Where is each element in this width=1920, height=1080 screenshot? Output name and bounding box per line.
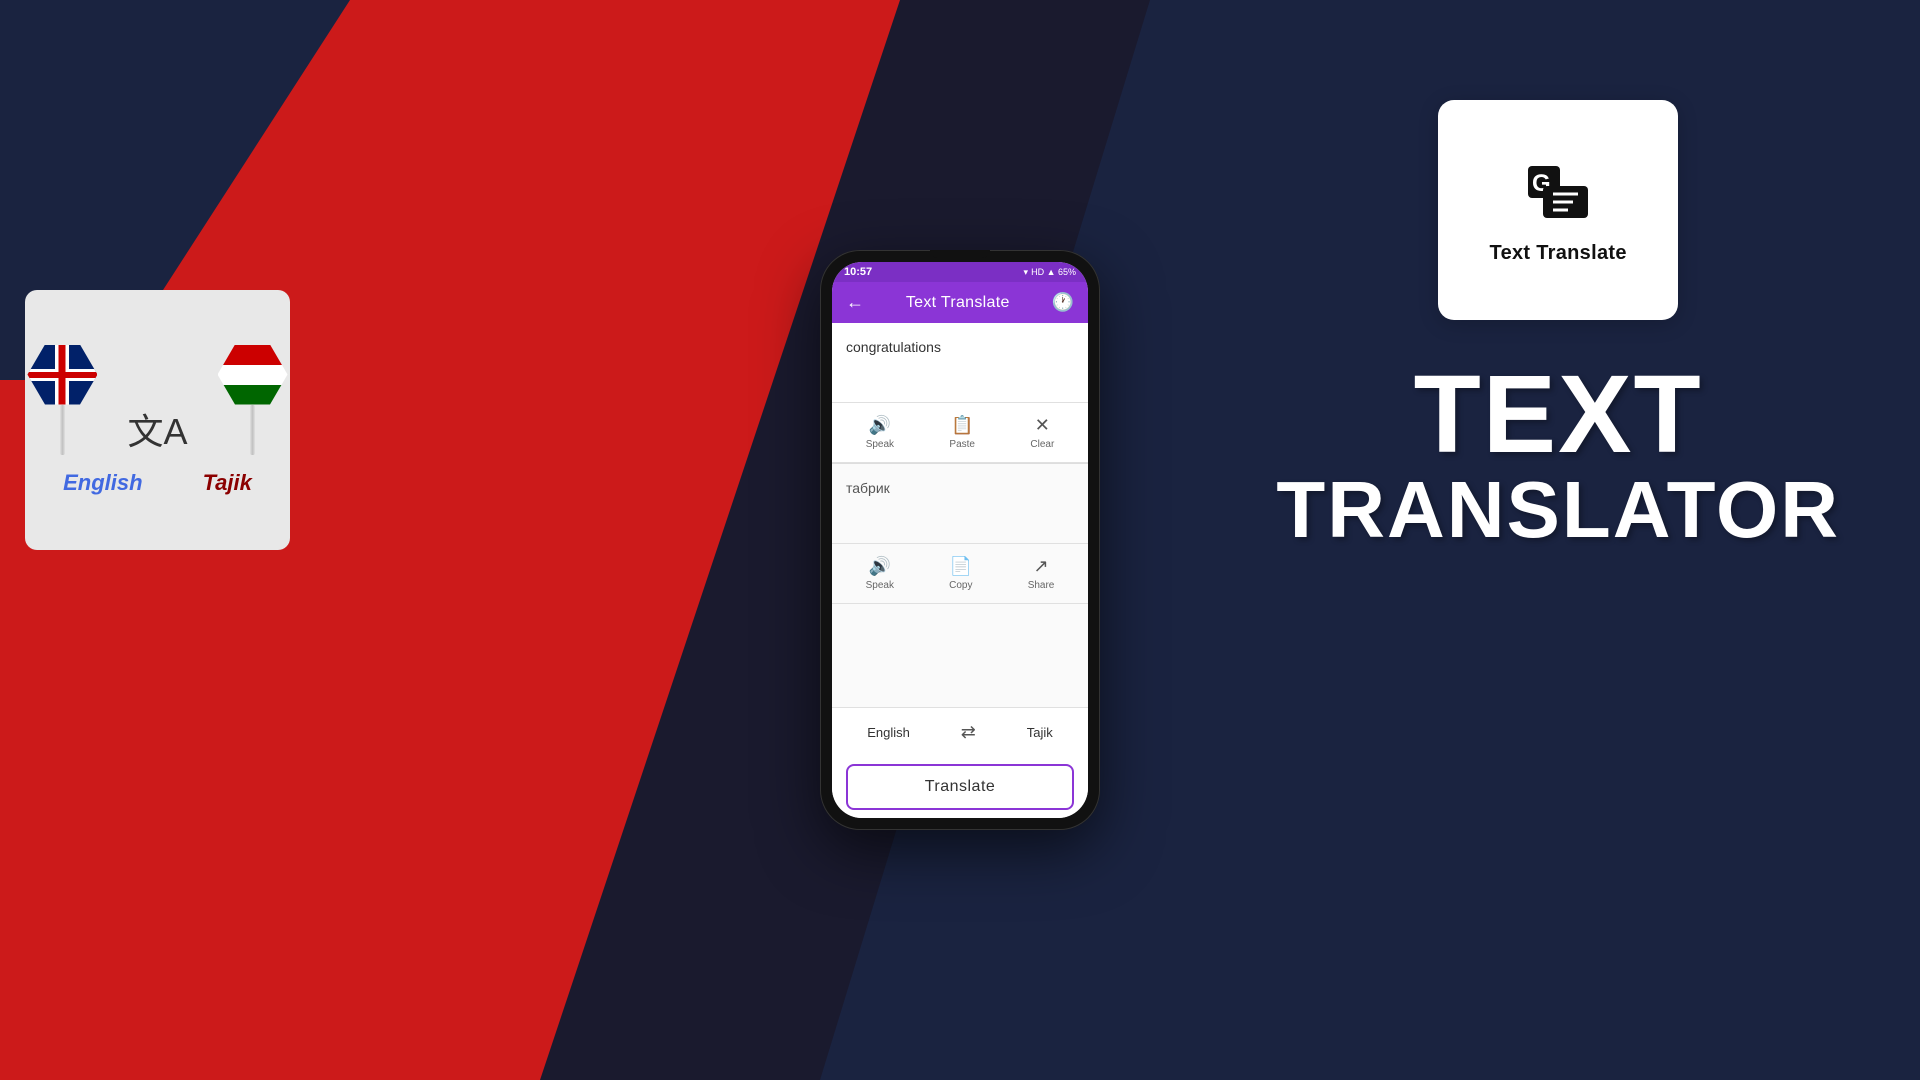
tajik-flag-pole [218, 345, 288, 455]
big-text-line1: TEXT [1414, 360, 1703, 470]
speak-source-label: Speak [866, 439, 894, 450]
english-label: English [63, 470, 142, 496]
output-action-bar: 🔊 Speak 📄 Copy ↗ Share [832, 544, 1088, 604]
paste-label: Paste [949, 439, 975, 450]
flag-pole-right [250, 405, 255, 455]
source-text: congratulations [846, 339, 941, 355]
paste-button[interactable]: 📋 Paste [939, 411, 985, 454]
target-language-selector[interactable]: Tajik [1027, 725, 1053, 740]
clear-label: Clear [1030, 439, 1054, 450]
speak-target-label: Speak [866, 580, 894, 591]
language-selector-bar: English ⇄ Tajik [832, 707, 1088, 756]
history-button[interactable]: 🕐 [1052, 292, 1074, 313]
app-title: Text Translate [906, 294, 1010, 312]
copy-button[interactable]: 📄 Copy [939, 552, 982, 595]
flag-pole-left [60, 405, 65, 455]
big-text-display: TEXT TRANSLATOR [1276, 360, 1840, 550]
target-text-zone: табрик [832, 464, 1088, 544]
speak-source-button[interactable]: 🔊 Speak [856, 411, 904, 454]
app-promo-card: G Text Translate [1438, 100, 1678, 320]
gt-card-title: Text Translate [1490, 242, 1627, 265]
share-button[interactable]: ↗ Share [1018, 552, 1065, 595]
wifi-icon: ▾ [1024, 267, 1029, 278]
speak-target-button[interactable]: 🔊 Speak [856, 552, 904, 595]
status-bar: 10:57 ▾ HD ▲ 65% [832, 262, 1088, 282]
phone-shell: 10:57 ▾ HD ▲ 65% ← Text Translate 🕐 cong… [820, 250, 1100, 830]
paste-icon: 📋 [951, 415, 973, 436]
share-label: Share [1028, 580, 1055, 591]
gt-logo-icon: G [1523, 156, 1593, 226]
tajik-label: Tajik [203, 470, 252, 496]
copy-label: Copy [949, 580, 972, 591]
copy-icon: 📄 [950, 556, 972, 577]
big-text-line2: TRANSLATOR [1276, 470, 1840, 550]
flag-pair: 文A [27, 345, 287, 455]
translate-button[interactable]: Translate [846, 764, 1074, 810]
speak-target-icon: 🔊 [869, 556, 891, 577]
phone-device: 10:57 ▾ HD ▲ 65% ← Text Translate 🕐 cong… [820, 250, 1100, 830]
translate-center-icon: 文A [127, 403, 187, 455]
left-language-card: 文A English Tajik [25, 290, 290, 550]
back-button[interactable]: ← [846, 292, 864, 313]
english-flag-pole [27, 345, 97, 455]
input-area: congratulations 🔊 Speak 📋 Paste ✕ Clear [832, 323, 1088, 818]
phone-screen: 10:57 ▾ HD ▲ 65% ← Text Translate 🕐 cong… [832, 262, 1088, 818]
clear-button[interactable]: ✕ Clear [1020, 411, 1064, 454]
status-icons: ▾ HD ▲ 65% [1024, 267, 1076, 278]
status-time: 10:57 [844, 266, 872, 278]
phone-notch [930, 250, 990, 258]
share-icon: ↗ [1033, 556, 1048, 577]
clear-icon: ✕ [1035, 415, 1050, 436]
tajik-flag-icon [218, 345, 288, 405]
target-text: табрик [846, 480, 890, 496]
right-content-panel: G Text Translate TEXT TRANSLATOR [1276, 100, 1840, 550]
source-language-selector[interactable]: English [867, 725, 910, 740]
output-area: табрик 🔊 Speak 📄 Copy ↗ Sh [832, 463, 1088, 707]
hd-icon: HD ▲ 65% [1031, 267, 1076, 277]
source-text-zone[interactable]: congratulations [832, 323, 1088, 403]
swap-languages-button[interactable]: ⇄ [952, 716, 984, 748]
app-header: ← Text Translate 🕐 [832, 282, 1088, 323]
uk-flag-icon [27, 345, 97, 405]
language-labels: English Tajik [63, 470, 252, 496]
speak-source-icon: 🔊 [869, 415, 891, 436]
input-action-bar: 🔊 Speak 📋 Paste ✕ Clear [832, 403, 1088, 463]
